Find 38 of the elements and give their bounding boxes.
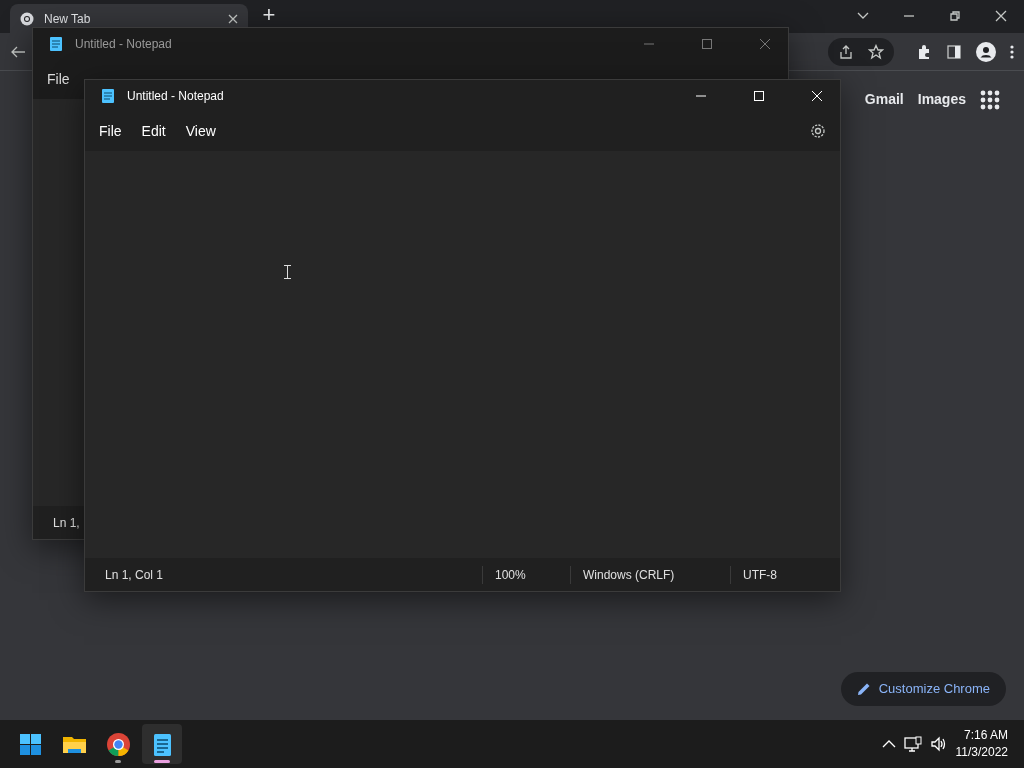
clock-date: 11/3/2022 <box>955 744 1008 761</box>
address-bar[interactable] <box>828 37 894 66</box>
text-cursor-icon <box>284 265 291 279</box>
nav-link[interactable]: Images <box>917 89 966 110</box>
volume-icon[interactable] <box>929 736 948 752</box>
status-text: Ln 1, Col 1 <box>104 566 165 584</box>
nav-link[interactable]: Gmail <box>864 89 904 110</box>
menu-item[interactable]: View <box>175 116 226 146</box>
network-icon[interactable] <box>903 736 922 752</box>
customize-button[interactable]: Customize Chrome <box>840 672 1006 706</box>
status-text: Windows (CRLF) <box>570 565 730 584</box>
menu-item[interactable]: File <box>37 64 80 94</box>
profile-icon[interactable] <box>976 41 996 62</box>
star-icon[interactable] <box>868 43 884 60</box>
status-text: Ln 1, <box>52 514 81 532</box>
window-title: Untitled - Notepad <box>127 87 225 105</box>
settings-icon[interactable] <box>810 123 826 139</box>
tab-title: New Tab <box>44 10 92 28</box>
notepad-icon <box>49 35 63 52</box>
notepad-icon <box>101 87 115 104</box>
puzzle-icon[interactable] <box>916 43 932 60</box>
status-text: UTF-8 <box>730 565 840 584</box>
chrome-logo-icon <box>20 11 34 26</box>
menu-item[interactable]: Edit <box>131 116 176 146</box>
chevron-up-icon[interactable] <box>881 739 896 749</box>
clock[interactable]: 7:16 AM 11/3/2022 <box>955 727 1014 761</box>
sidebar-icon[interactable] <box>946 43 962 60</box>
menu-icon[interactable] <box>1010 43 1014 60</box>
close-icon[interactable] <box>228 13 238 24</box>
window-title: Untitled - Notepad <box>75 35 173 53</box>
status-text: 100% <box>482 565 570 584</box>
menu-item[interactable]: File <box>89 116 132 146</box>
clock-time: 7:16 AM <box>963 727 1008 744</box>
share-icon[interactable] <box>838 43 854 60</box>
pencil-icon <box>856 682 871 696</box>
new-tab-button[interactable]: + <box>258 5 280 25</box>
notepad-icon[interactable] <box>142 724 182 764</box>
apps-grid-icon[interactable] <box>980 89 1000 110</box>
